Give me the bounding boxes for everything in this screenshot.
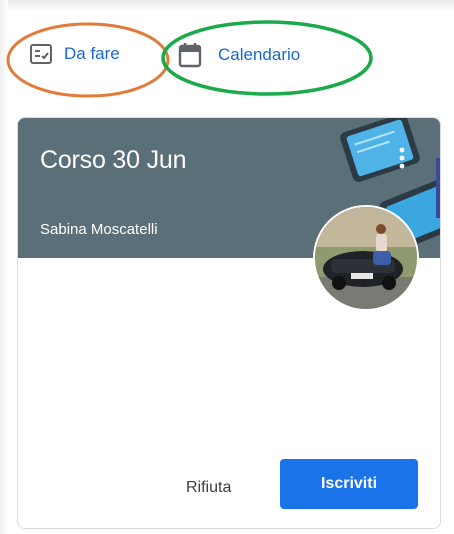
more-options-icon[interactable] bbox=[396, 146, 408, 170]
decline-button[interactable]: Rifiuta bbox=[180, 475, 237, 501]
teacher-avatar bbox=[313, 205, 419, 311]
class-title[interactable]: Corso 30 Jun bbox=[40, 146, 186, 175]
join-button[interactable]: Iscriviti bbox=[280, 459, 418, 509]
todo-highlight-ellipse bbox=[6, 22, 170, 98]
calendar-highlight-ellipse bbox=[161, 20, 373, 96]
class-teacher: Sabina Moscatelli bbox=[40, 221, 158, 238]
class-card[interactable]: Corso 30 Jun Sabina Moscatelli Rifiuta I… bbox=[17, 117, 441, 529]
top-shadow bbox=[0, 0, 454, 12]
join-button-label: Iscriviti bbox=[320, 475, 378, 492]
avatar-photo bbox=[315, 207, 417, 309]
